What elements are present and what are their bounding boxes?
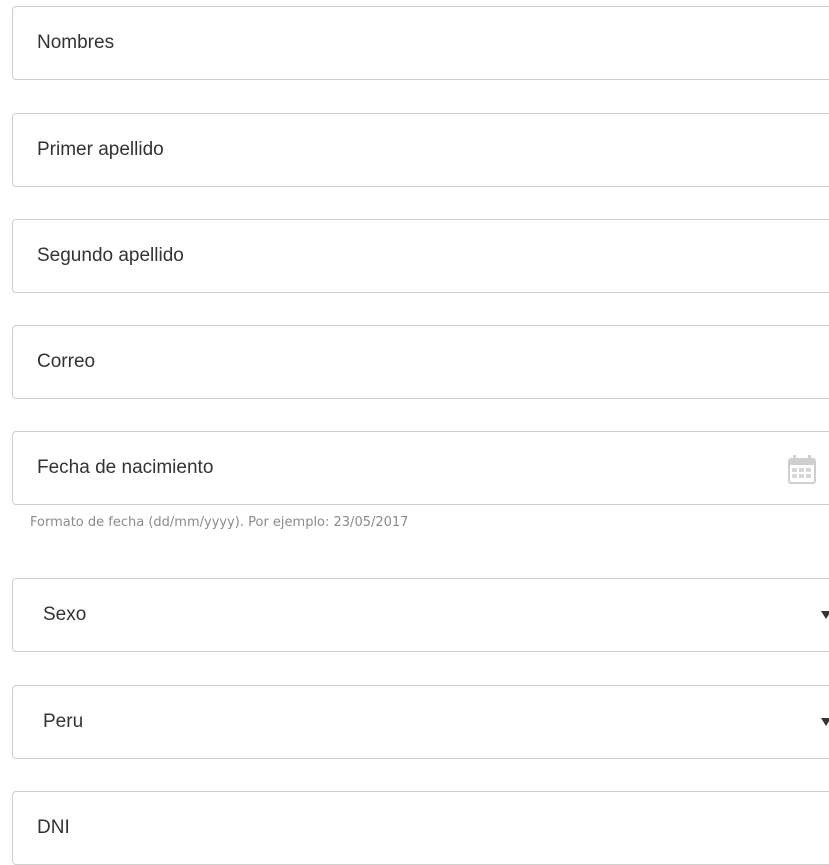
fecha-nacimiento-placeholder: Fecha de nacimiento	[37, 457, 214, 478]
pais-select-value: Peru	[43, 711, 84, 732]
primer-apellido-input[interactable]: Primer apellido	[12, 113, 829, 187]
calendar-icon[interactable]	[783, 449, 821, 487]
nombres-input[interactable]: Nombres	[12, 6, 829, 80]
correo-input[interactable]: Correo	[12, 325, 829, 399]
registration-form: Nombres Primer apellido Segundo apellido…	[0, 0, 829, 865]
segundo-apellido-input[interactable]: Segundo apellido	[12, 219, 829, 293]
segundo-apellido-placeholder: Segundo apellido	[37, 245, 184, 266]
chevron-down-icon	[821, 718, 829, 726]
birthdate-help-text: Formato de fecha (dd/mm/yyyy). Por ejemp…	[30, 515, 409, 530]
dni-placeholder: DNI	[37, 817, 70, 838]
pais-select[interactable]: Peru	[12, 685, 829, 759]
sexo-select[interactable]: Sexo	[12, 578, 829, 652]
nombres-placeholder: Nombres	[37, 32, 115, 53]
sexo-select-value: Sexo	[43, 604, 87, 625]
dni-input[interactable]: DNI	[12, 791, 829, 865]
fecha-nacimiento-input[interactable]: Fecha de nacimiento	[12, 431, 829, 505]
correo-placeholder: Correo	[37, 351, 96, 372]
chevron-down-icon	[821, 611, 829, 619]
primer-apellido-placeholder: Primer apellido	[37, 139, 164, 160]
